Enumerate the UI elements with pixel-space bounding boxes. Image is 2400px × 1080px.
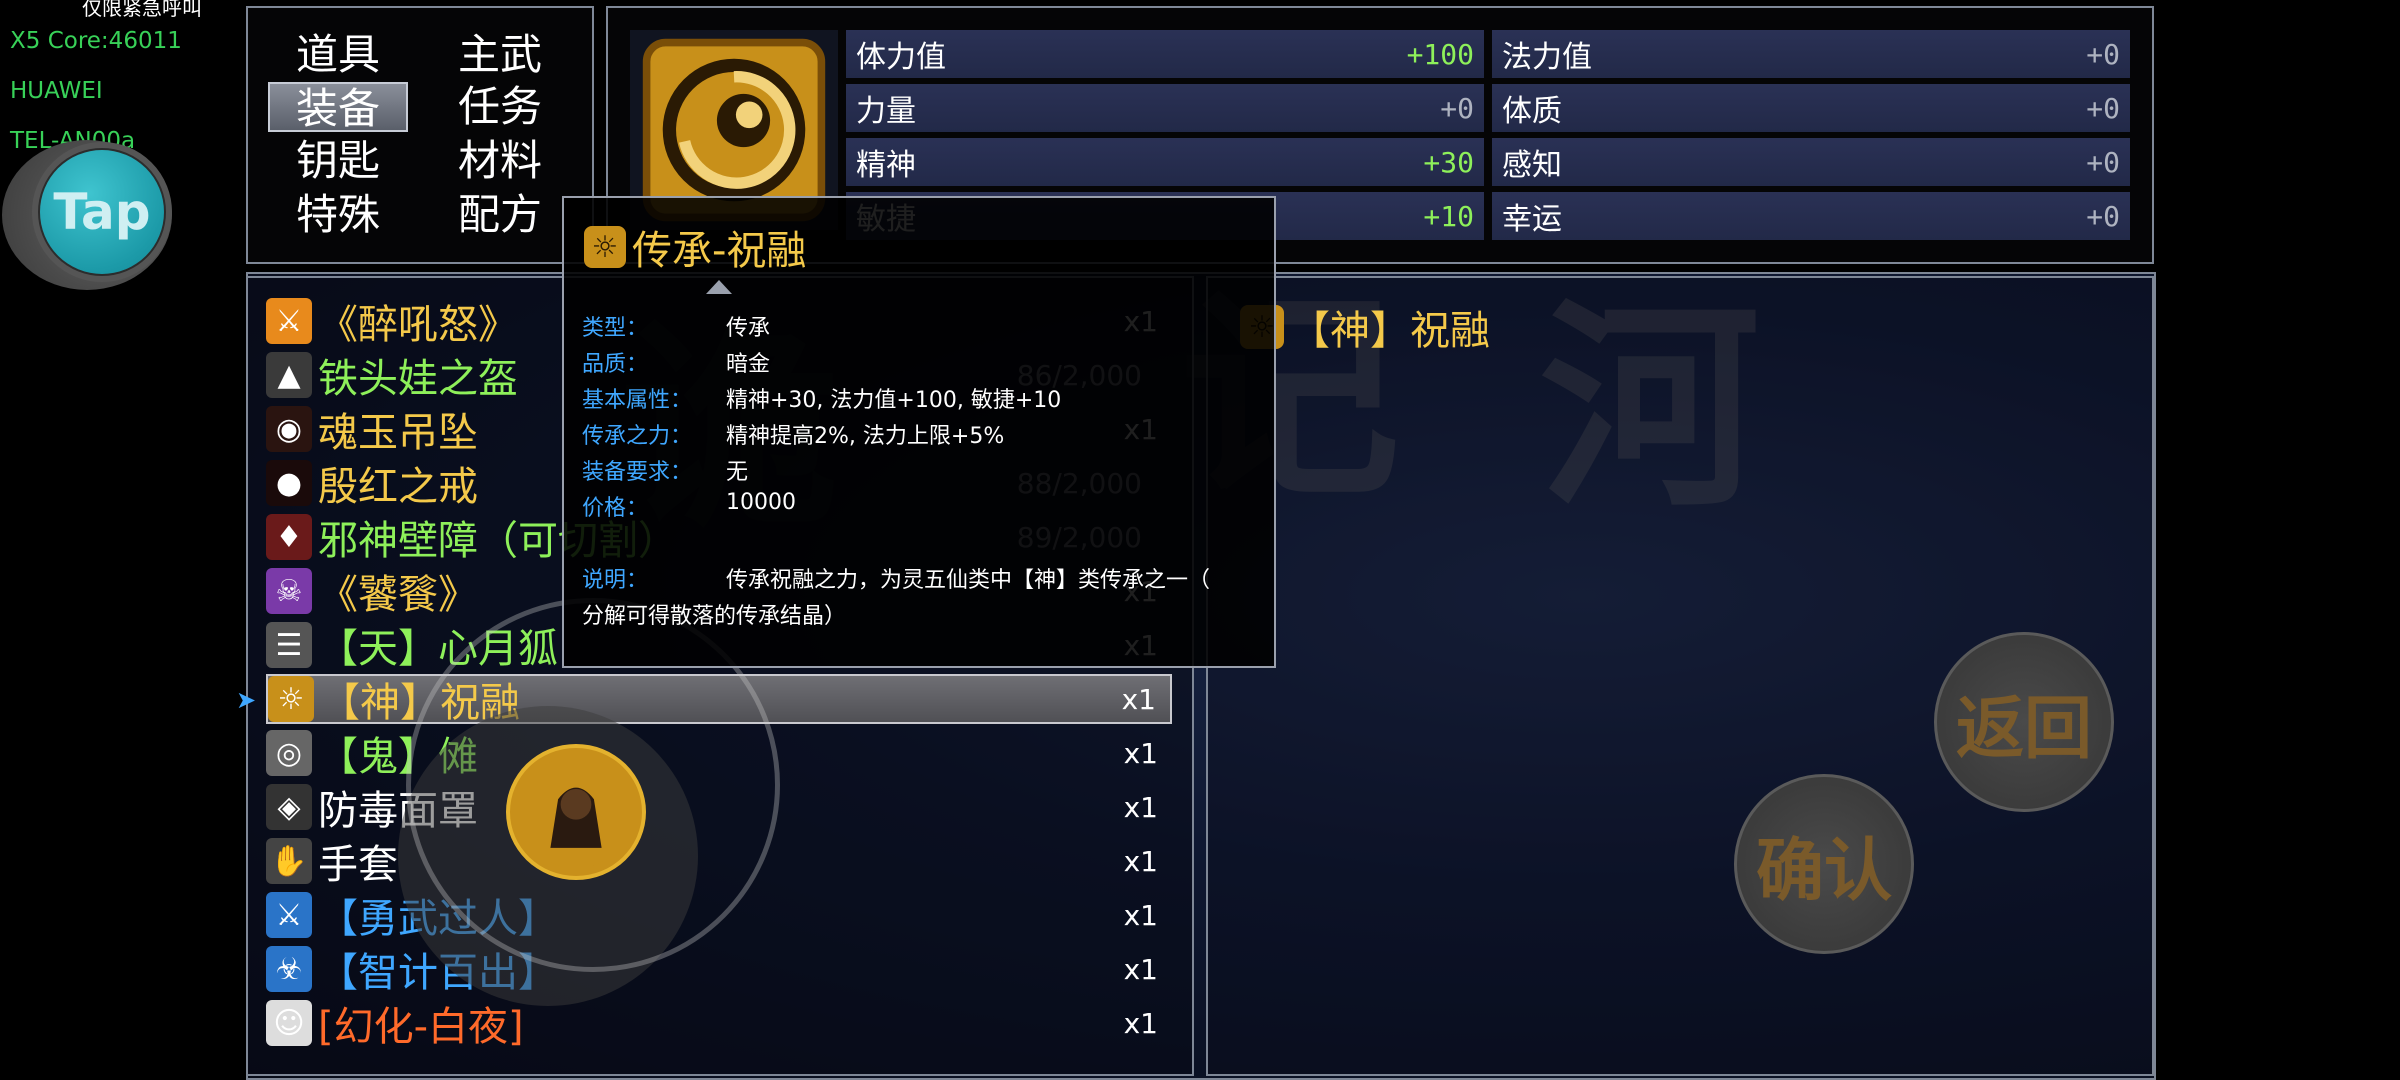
stat-constitution-label: 体质 (1502, 94, 1562, 129)
sword-icon: ⚔ (266, 892, 312, 938)
stat-luck-label: 幸运 (1502, 202, 1562, 237)
stat-spirit-value: +30 (1423, 145, 1474, 179)
tap-button[interactable]: Tap (40, 150, 164, 274)
mask-icon: ◎ (266, 730, 312, 776)
beast-icon: ☠ (266, 568, 312, 614)
emergency-call-label: 仅限紧急呼叫 (82, 0, 202, 20)
stat-strength-label: 力量 (856, 94, 916, 129)
ring-icon: ● (266, 460, 312, 506)
helmet-icon: ▲ (266, 352, 312, 398)
item-count: x1 (1123, 1006, 1158, 1040)
joystick-knob[interactable] (506, 744, 646, 880)
biohazard-icon: ☣ (266, 946, 312, 992)
item-count: x1 (1123, 790, 1158, 824)
tooltip-field-label: 基本属性： (582, 388, 693, 413)
stat-perception-value: +0 (2086, 145, 2120, 179)
stat-luck-value: +0 (2086, 199, 2120, 233)
tooltip-field-value: 传承祝融之力，为灵五仙类中【神】类传承之一（ (726, 568, 1211, 593)
tooltip-pointer-icon (706, 280, 732, 294)
sun-icon: ☼ (584, 226, 626, 268)
item-count: x1 (1123, 898, 1158, 932)
gasmask-icon: ◈ (266, 784, 312, 830)
detail-title: 【神】祝融 (1290, 308, 1490, 354)
tooltip-field-label: 类型： (582, 316, 649, 341)
stat-hp-label: 体力值 (856, 40, 946, 75)
stat-hp: 体力值 +100 (846, 30, 1484, 78)
tooltip-field-value: 传承 (726, 316, 771, 341)
stat-perception-label: 感知 (1502, 148, 1562, 183)
item-row[interactable]: ☣ 【智计百出】 x1 (266, 944, 1172, 996)
tooltip-field-label: 价格： (582, 496, 649, 521)
stat-mp-value: +0 (2086, 37, 2120, 71)
tooltip-field-label: 装备要求： (582, 460, 693, 485)
tab-materials[interactable]: 材料 (430, 136, 570, 186)
item-count: x1 (1123, 952, 1158, 986)
stat-agility-value: +10 (1423, 199, 1474, 233)
stat-hp-value: +100 (1406, 37, 1474, 71)
tooltip-field-value: 精神+30, 法力值+100, 敏捷+10 (726, 388, 1062, 413)
item-name: 手套 (318, 842, 398, 888)
tab-main-weapon[interactable]: 主武 (430, 30, 570, 80)
back-button[interactable]: 返回 (1934, 632, 2114, 812)
item-name: 《醉吼怒》 (318, 302, 518, 348)
tab-recipes[interactable]: 配方 (430, 190, 570, 240)
stat-luck: 幸运 +0 (1492, 192, 2130, 240)
item-count: x1 (1123, 736, 1158, 770)
stat-constitution: 体质 +0 (1492, 84, 2130, 132)
device-brand-label: HUAWEI (10, 78, 103, 104)
confirm-button[interactable]: 确认 (1734, 774, 1914, 954)
tab-special[interactable]: 特殊 (268, 190, 408, 240)
glove-icon: ✋ (266, 838, 312, 884)
item-name: 《饕餮》 (318, 572, 478, 618)
core-version-label: X5 Core:46011 (10, 28, 182, 54)
tooltip-title-text: 传承-祝融 (632, 228, 807, 274)
item-row[interactable]: ☺ [幻化-白夜] x1 (266, 998, 1172, 1050)
tooltip-field-label: 说明： (582, 568, 649, 593)
character-icon: ☺ (266, 1000, 312, 1046)
stat-strength-value: +0 (1440, 91, 1474, 125)
tooltip-title: ☼ 传承-祝融 (584, 218, 806, 276)
tab-equipment[interactable]: 装备 (268, 82, 408, 133)
item-name: 魂玉吊坠 (318, 410, 478, 456)
tiger-icon: ⚔ (266, 298, 312, 344)
sun-icon: ☼ (268, 676, 314, 722)
tab-keys[interactable]: 钥匙 (268, 136, 408, 186)
tooltip-field-label: 传承之力： (582, 424, 693, 449)
tooltip-field-label: 品质： (582, 352, 649, 377)
stat-mp-label: 法力值 (1502, 40, 1592, 75)
stat-mp: 法力值 +0 (1492, 30, 2130, 78)
stat-constitution-value: +0 (2086, 91, 2120, 125)
item-name: 铁头娃之盔 (318, 356, 518, 402)
shield-icon: ♦ (266, 514, 312, 560)
detail-header: ☼ 【神】祝融 (1240, 298, 1490, 356)
stat-perception: 感知 +0 (1492, 138, 2130, 186)
tab-props[interactable]: 道具 (268, 30, 408, 80)
tooltip-field-value: 10000 (726, 490, 796, 515)
tooltip-field-value: 暗金 (726, 352, 771, 377)
tab-quests[interactable]: 任务 (430, 82, 570, 132)
character-avatar-icon (519, 755, 633, 869)
item-count: x1 (1123, 844, 1158, 878)
pendant-icon: ◉ (266, 406, 312, 452)
stat-spirit-label: 精神 (856, 148, 916, 183)
item-count: x1 (1121, 682, 1156, 716)
tooltip-field-value: 无 (726, 460, 749, 485)
selection-arrow-icon: ➤ (236, 686, 257, 714)
stat-spirit: 精神 +30 (846, 138, 1484, 186)
item-name: 殷红之戒 (318, 464, 478, 510)
tooltip-field-value: 精神提高2%, 法力上限+5% (726, 424, 1005, 449)
fox-icon: ☰ (266, 622, 312, 668)
tooltip-description-continued: 分解可得散落的传承结晶） (582, 604, 847, 629)
stat-strength: 力量 +0 (846, 84, 1484, 132)
item-name: [幻化-白夜] (318, 1004, 524, 1050)
